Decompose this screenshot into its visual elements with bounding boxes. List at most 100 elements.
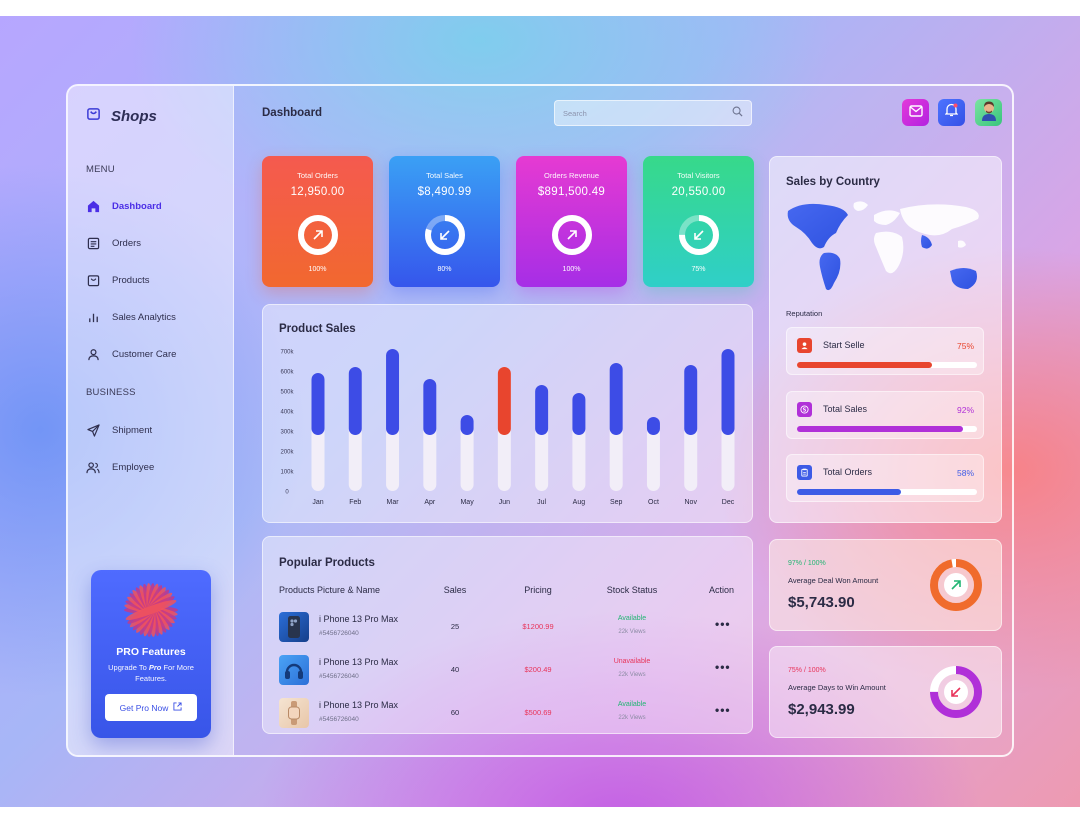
sidebar-item-sales-analytics[interactable]: Sales Analytics [86,310,176,324]
progress-track [797,426,977,432]
reputation-label: Start Selle [823,340,865,350]
notifications-button[interactable] [938,99,965,126]
bar[interactable] [721,349,735,435]
deal-percent: 75% / 100% [788,667,826,674]
bar[interactable] [646,417,660,435]
sidebar-item-products[interactable]: Products [86,273,150,287]
external-link-icon [173,702,182,713]
menu-heading: MENU [86,164,115,175]
search-icon [732,104,743,122]
sidebar-item-shipment[interactable]: Shipment [86,423,152,437]
progress-track [797,362,977,368]
deal-label: Average Days to Win Amount [788,683,886,692]
page-title: Dashboard [262,107,323,119]
reputation-item-total-orders[interactable]: Total Orders 58% [786,454,984,502]
stat-value: 12,950.00 [290,186,345,198]
product-name: i Phone 13 Pro Max [319,614,399,624]
bar[interactable] [348,367,362,435]
stat-card-total-sales[interactable]: Total Sales $8,490.99 80% [389,156,500,287]
bag-icon [86,273,100,287]
stat-percent: 100% [308,266,327,273]
deal-progress-ring [930,559,982,611]
mail-button[interactable] [902,99,929,126]
dashboard-window: Shops MENU Dashboard Orders Products Sal… [66,84,1014,757]
get-pro-button[interactable]: Get Pro Now [105,694,197,721]
column-header: Action [709,585,735,595]
brand[interactable]: Shops [86,106,157,126]
bar[interactable] [311,373,325,435]
product-price: $500.69 [524,708,552,717]
y-tick-label: 300k [280,430,294,436]
sidebar-item-label: Sales Analytics [112,311,176,323]
column-header: Pricing [524,585,552,595]
progress-ring [679,215,719,255]
product-id: #5456726040 [319,673,359,680]
bar[interactable] [609,363,623,435]
world-map [787,201,979,291]
product-views: 22k Views [618,715,646,721]
progress-track [797,489,977,495]
sidebar-item-label: Products [112,274,150,286]
x-tick-label: Apr [424,499,436,506]
mail-icon [908,104,923,122]
stat-card-orders-revenue[interactable]: Orders Revenue $891,500.49 100% [516,156,627,287]
table-row[interactable]: i Phone 13 Pro Max #5456726040 60 $500.6… [279,691,753,733]
product-thumbnail [279,612,309,642]
search-input[interactable]: Search [554,100,752,126]
progress-fill [797,426,963,432]
deal-value: $2,943.99 [788,701,855,718]
y-tick-label: 0 [285,490,289,496]
x-tick-label: Jan [312,499,323,506]
product-thumbnail [279,698,309,728]
stat-card-total-visitors[interactable]: Total Visitors 20,550.00 75% [643,156,754,287]
more-actions-button[interactable]: ••• [715,703,731,717]
stat-card-total-orders[interactable]: Total Orders 12,950.00 100% [262,156,373,287]
table-row[interactable]: i Phone 13 Pro Max #5456726040 25 $1200.… [279,605,753,647]
stat-value: 20,550.00 [671,186,726,198]
stock-status: Available [617,615,647,622]
bell-icon [944,103,959,122]
table-row[interactable]: i Phone 13 Pro Max #5456726040 40 $200.4… [279,648,753,690]
y-tick-label: 400k [280,410,294,416]
bar[interactable] [460,415,474,435]
sidebar-item-employee[interactable]: Employee [86,460,154,474]
reputation-percent: 58% [956,468,974,478]
sidebar-item-customer-care[interactable]: Customer Care [86,347,176,361]
reputation-item-total-sales[interactable]: Total Sales 92% [786,391,984,439]
bar[interactable] [497,367,511,435]
product-price: $1200.99 [522,622,554,631]
sales-by-country-title: Sales by Country [786,176,880,188]
user-icon [86,347,100,361]
sidebar-item-orders[interactable]: Orders [86,236,141,250]
stat-percent: 100% [562,266,581,273]
y-tick-label: 600k [280,370,294,376]
stat-title: Total Orders [297,171,338,180]
bar[interactable] [386,349,400,435]
deal-won-card[interactable]: 97% / 100% Average Deal Won Amount $5,74… [769,539,1002,631]
reputation-item-start-selle[interactable]: Start Selle 75% [786,327,984,375]
get-pro-label: Get Pro Now [119,702,169,713]
x-tick-label: May [460,499,474,506]
home-icon [86,199,100,213]
product-views: 22k Views [618,672,646,678]
product-sales: 25 [450,622,460,631]
product-sales: 60 [450,708,460,717]
bar[interactable] [423,379,437,435]
product-sales: 40 [450,665,460,674]
more-actions-button[interactable]: ••• [715,617,731,631]
arrow-up-right-icon [313,230,323,240]
avatar[interactable] [975,99,1002,126]
more-actions-button[interactable]: ••• [715,660,731,674]
arrow-down-left-icon [440,230,450,240]
bar[interactable] [684,365,698,435]
stock-status: Unavailable [613,658,651,665]
reputation-label: Total Orders [823,467,873,477]
days-to-win-card[interactable]: 75% / 100% Average Days to Win Amount $2… [769,646,1002,738]
bar[interactable] [572,393,586,435]
progress-ring [552,215,592,255]
bar[interactable] [535,385,549,435]
x-tick-label: Oct [648,499,659,506]
sidebar-item-label: Shipment [112,424,153,436]
pro-art-icon [124,583,178,637]
sidebar-item-dashboard[interactable]: Dashboard [86,199,162,213]
